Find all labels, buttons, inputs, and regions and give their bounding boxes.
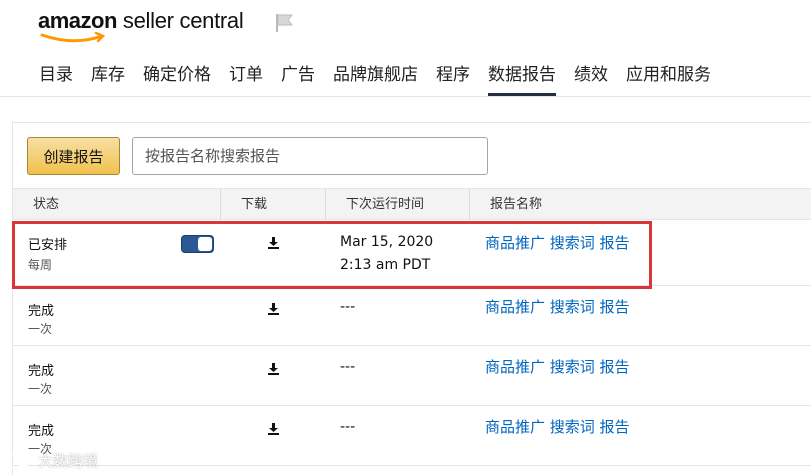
nav-item-6[interactable]: 程序	[427, 56, 479, 96]
frequency-text: 一次	[28, 322, 53, 336]
report-name-link[interactable]: 商品推广 搜索词 报告	[485, 416, 630, 437]
nav-item-7[interactable]: 数据报告	[479, 56, 565, 96]
logo-amazon-text: amazon	[38, 8, 117, 33]
nav-item-9[interactable]: 应用和服务	[617, 56, 720, 96]
logo-seller-central-text: seller central	[122, 8, 244, 33]
flag-icon[interactable]	[274, 12, 296, 34]
next-run-date: ---	[340, 419, 356, 435]
next-run-date: ---	[340, 359, 356, 375]
report-name-link[interactable]: 商品推广 搜索词 报告	[485, 296, 630, 317]
next-run-date: ---	[340, 299, 356, 315]
download-icon[interactable]	[267, 302, 280, 315]
highlight-box	[12, 221, 652, 289]
column-header-next-run[interactable]: 下次运行时间	[326, 189, 470, 220]
nav-item-3[interactable]: 订单	[220, 56, 272, 96]
table-header: 状态 下载 下次运行时间 报告名称	[13, 188, 811, 220]
table-row: 完成 一次 --- 商品推广 搜索词 报告	[13, 406, 811, 466]
frequency-text: 一次	[28, 382, 53, 396]
download-icon[interactable]	[267, 422, 280, 435]
next-run-time: ---	[340, 416, 355, 439]
nav-item-0[interactable]: 目录	[30, 56, 82, 96]
nav-item-1[interactable]: 库存	[82, 56, 134, 96]
report-search-input[interactable]	[132, 137, 488, 175]
main-nav: 目录 库存 确定价格 订单 广告 品牌旗舰店 程序 数据报告 绩效 应用和服务	[30, 56, 720, 96]
report-name-link[interactable]: 商品推广 搜索词 报告	[485, 356, 630, 377]
column-header-download[interactable]: 下载	[221, 189, 326, 220]
status-text: 完成	[28, 304, 55, 319]
table-row: 完成一次 --- 商品推广 搜索词 报告	[13, 286, 811, 346]
column-header-status[interactable]: 状态	[13, 189, 221, 220]
watermark: 大数跨境	[6, 450, 98, 471]
top-header: amazon seller central 目录 库存 确定价格 订单 广告 品牌旗舰店程…	[0, 0, 811, 97]
nav-item-8[interactable]: 绩效	[565, 56, 617, 96]
amazon-smile-icon	[40, 32, 106, 43]
nav-item-2[interactable]: 确定价格	[134, 56, 220, 96]
column-header-report-name[interactable]: 报告名称	[470, 189, 811, 220]
amazon-seller-central-logo[interactable]: amazon seller central	[38, 8, 244, 48]
create-report-button[interactable]: 创建报告	[27, 137, 120, 175]
watermark-text: 大数跨境	[38, 452, 99, 470]
download-icon[interactable]	[267, 362, 280, 375]
status-text: 完成	[28, 424, 55, 439]
status-text: 完成	[28, 364, 55, 379]
nav-item-4[interactable]: 广告	[272, 56, 324, 96]
reports-toolbar: 创建报告	[13, 123, 811, 188]
nav-item-5[interactable]: 品牌旗舰店	[324, 56, 427, 96]
next-run-time: ---	[340, 296, 355, 319]
table-row: 完成一次 --- 商品推广 搜索词 报告	[13, 346, 811, 406]
watermark-logo-icon	[7, 452, 30, 469]
reports-panel: 创建报告 状态 下载 下次运行时间 报告名称 已安排每周Mar 15, 2020…	[12, 122, 811, 475]
next-run-time: ---	[340, 356, 355, 379]
